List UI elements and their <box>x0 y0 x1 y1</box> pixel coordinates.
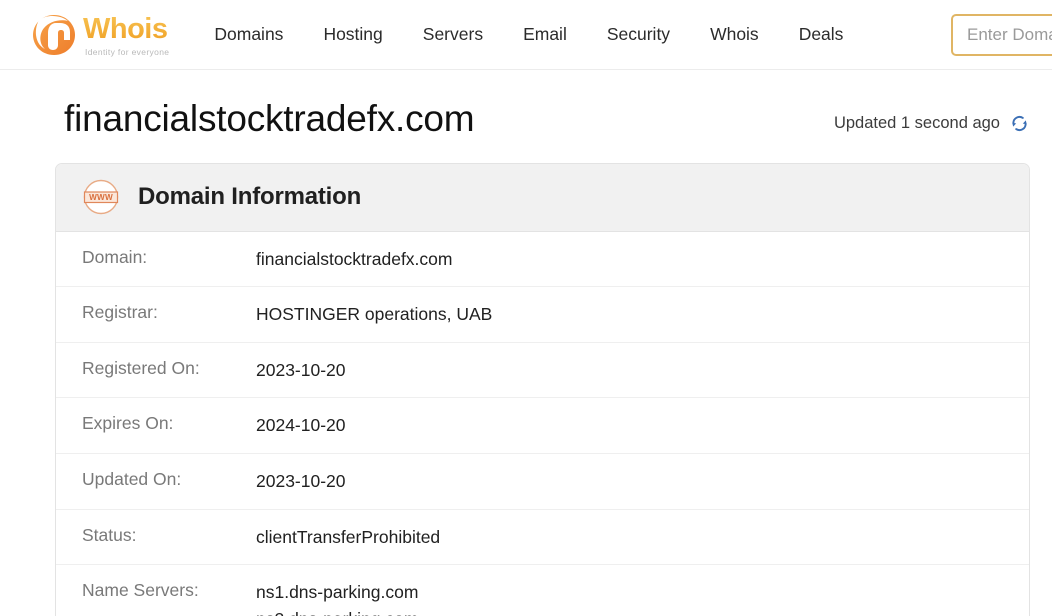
main-nav: Domains Hosting Servers Email Security W… <box>194 18 863 51</box>
page-title-row: financialstocktradefx.com Updated 1 seco… <box>0 70 1052 141</box>
row-value: ns1.dns-parking.com ns2.dns-parking.com <box>256 582 419 616</box>
row-value: financialstocktradefx.com <box>256 248 453 269</box>
row-label: Registered On: <box>82 357 200 378</box>
nav-item-hosting[interactable]: Hosting <box>303 18 402 51</box>
row-value: HOSTINGER operations, UAB <box>256 304 493 325</box>
table-row: Status: clientTransferProhibited <box>56 510 1029 566</box>
card-header: WWW Domain Information <box>56 163 1029 232</box>
site-logo[interactable]: Whois Identity for everyone <box>30 9 169 61</box>
row-value: 2024-10-20 <box>256 415 346 436</box>
table-row: Domain: financialstocktradefx.com <box>56 232 1029 288</box>
refresh-sync-icon[interactable] <box>1009 113 1030 134</box>
domain-search-container <box>951 14 1052 56</box>
whois-swoosh-logo-icon <box>30 12 78 58</box>
row-value: 2023-10-20 <box>256 359 346 380</box>
top-navigation-bar: Whois Identity for everyone Domains Host… <box>0 0 1052 70</box>
nav-item-security[interactable]: Security <box>587 18 690 51</box>
row-label: Expires On: <box>82 413 174 434</box>
card-body: Domain: financialstocktradefx.com Regist… <box>56 232 1029 616</box>
row-value: 2023-10-20 <box>256 470 346 491</box>
row-label: Domain: <box>82 246 148 267</box>
row-value: clientTransferProhibited <box>256 526 441 547</box>
page-title: financialstocktradefx.com <box>64 98 475 139</box>
domain-information-card: WWW Domain Information Domain: financial… <box>55 162 1030 616</box>
nav-item-servers[interactable]: Servers <box>403 18 503 51</box>
table-row: Registrar: HOSTINGER operations, UAB <box>56 287 1029 343</box>
nav-item-whois[interactable]: Whois <box>690 18 779 51</box>
row-label: Status: <box>82 524 137 545</box>
table-row: Registered On: 2023-10-20 <box>56 343 1029 399</box>
page-content: financialstocktradefx.com Updated 1 seco… <box>0 70 1052 616</box>
logo-tagline: Identity for everyone <box>85 46 170 57</box>
nav-item-email[interactable]: Email <box>503 18 587 51</box>
www-globe-icon: WWW <box>82 178 120 216</box>
table-row: Updated On: 2023-10-20 <box>56 454 1029 510</box>
updated-status: Updated 1 second ago <box>834 113 1030 141</box>
nav-item-domains[interactable]: Domains <box>194 18 303 51</box>
updated-text: Updated 1 second ago <box>833 113 1000 132</box>
row-label: Name Servers: <box>82 580 199 601</box>
row-label: Registrar: <box>82 302 158 323</box>
logo-wordmark: Whois <box>83 12 168 45</box>
card-title: Domain Information <box>138 183 362 211</box>
row-label: Updated On: <box>82 468 182 489</box>
table-row: Expires On: 2024-10-20 <box>56 398 1029 454</box>
domain-search-input[interactable] <box>951 14 1052 56</box>
table-row: Name Servers: ns1.dns-parking.com ns2.dn… <box>56 565 1029 616</box>
svg-text:WWW: WWW <box>89 193 113 202</box>
nav-item-deals[interactable]: Deals <box>779 18 864 51</box>
